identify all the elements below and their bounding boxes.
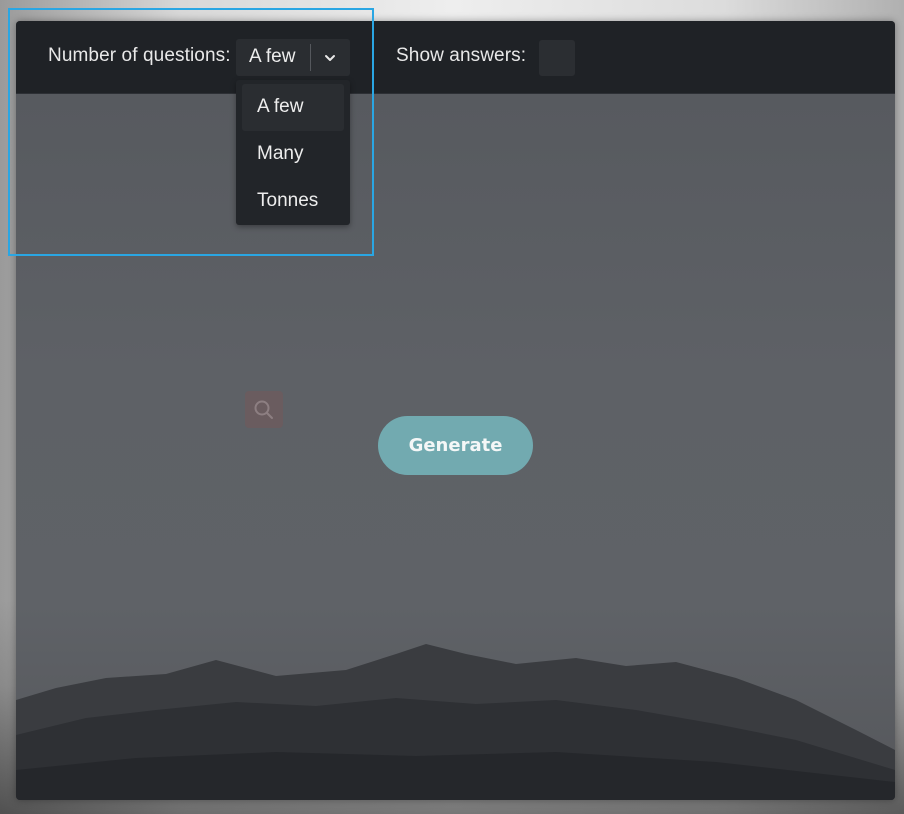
search-button[interactable] [245, 391, 283, 428]
quantity-select[interactable]: A few [236, 39, 350, 76]
generate-button[interactable]: Generate [378, 416, 533, 475]
quantity-dropdown-menu: A few Many Tonnes [236, 80, 350, 225]
show-answers-checkbox[interactable] [539, 40, 575, 76]
quantity-select-value: A few [249, 46, 296, 67]
toolbar: Number of questions: A few Show answers: [16, 21, 895, 94]
app-window: Number of questions: A few Show answers:… [16, 21, 895, 800]
questions-label: Number of questions: [48, 45, 231, 66]
dropdown-option-label: Many [257, 143, 304, 164]
dropdown-option-label: Tonnes [257, 190, 319, 211]
dropdown-option-label: A few [257, 96, 304, 117]
select-divider [310, 44, 311, 71]
search-icon [254, 400, 273, 419]
dropdown-option-a-few[interactable]: A few [242, 84, 344, 131]
dropdown-option-many[interactable]: Many [242, 131, 344, 178]
mountain-silhouette [16, 644, 895, 800]
answers-label: Show answers: [396, 45, 527, 66]
dropdown-option-tonnes[interactable]: Tonnes [242, 178, 344, 225]
chevron-down-icon[interactable] [321, 49, 339, 67]
